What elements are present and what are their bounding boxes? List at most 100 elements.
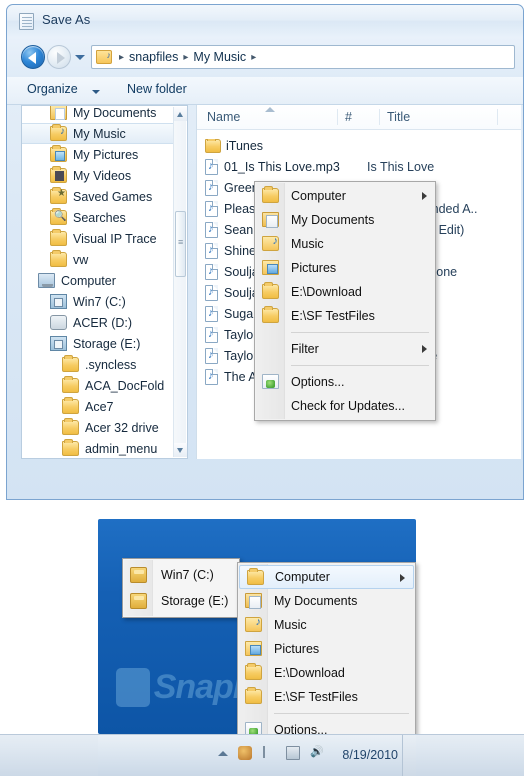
address-bar[interactable]: ▸ snapfiles ▸ My Music ▸	[91, 45, 515, 69]
table-row[interactable]: iTunes	[197, 135, 521, 156]
searches-folder-icon	[50, 208, 67, 225]
organize-button[interactable]: Organize	[27, 82, 78, 96]
sidebar-item-label: ACA_DocFold	[85, 378, 165, 393]
chevron-down-icon[interactable]	[75, 55, 85, 60]
documents-folder-icon	[262, 212, 279, 228]
screenshot-root: Save As ▸ snapfiles ▸ My Music ▸ Organiz…	[0, 0, 524, 776]
sidebar-item-label: .syncless	[85, 357, 137, 372]
folder-icon	[262, 186, 279, 203]
system-drive-icon	[50, 294, 67, 309]
back-arrow-icon[interactable]	[21, 45, 45, 69]
menu-item-music[interactable]: Music	[255, 232, 435, 256]
breadcrumb-separator[interactable]: ▸	[114, 52, 129, 63]
menu-item-computer[interactable]: Computer	[255, 184, 435, 208]
folder-icon	[262, 282, 279, 299]
sidebar-item-saved-games[interactable]: Saved Games	[22, 186, 175, 207]
scroll-down-arrow-icon[interactable]	[174, 443, 187, 457]
column-header-title[interactable]: Title	[387, 110, 410, 124]
tree-vertical-scrollbar[interactable]	[173, 107, 187, 457]
column-divider[interactable]	[379, 109, 380, 125]
menu-item-options[interactable]: Options...	[255, 370, 435, 394]
chevron-down-icon[interactable]	[92, 90, 100, 94]
sidebar-item-syncless[interactable]: .syncless	[22, 354, 175, 375]
sidebar-item-vw[interactable]: vw	[22, 249, 175, 270]
navigation-tree-pane: My Documents My Music My Pictures My Videos…	[21, 105, 188, 459]
submenu-item-storage-e[interactable]: Storage (E:)	[123, 588, 239, 614]
sidebar-item-win7-c[interactable]: Win7 (C:)	[22, 291, 175, 312]
new-folder-button[interactable]: New folder	[127, 82, 187, 96]
sidebar-item-label: Win7 (C:)	[73, 294, 126, 309]
sidebar-item-label: My Music	[73, 126, 126, 141]
sidebar-item-label: Saved Games	[73, 189, 153, 204]
submenu-item-win7-c[interactable]: Win7 (C:)	[123, 562, 239, 588]
pictures-folder-icon	[50, 145, 67, 162]
folder-icon	[262, 306, 279, 323]
sidebar-item-aca-docfold[interactable]: ACA_DocFold	[22, 375, 175, 396]
folder-icon	[245, 687, 262, 704]
scroll-up-arrow-icon[interactable]	[174, 107, 187, 121]
sidebar-item-ace7[interactable]: Ace7	[22, 396, 175, 417]
menu-item-check-for-updates[interactable]: Check for Updates...	[255, 394, 435, 418]
sidebar-item-my-pictures[interactable]: My Pictures	[22, 144, 175, 165]
mp3-file-icon	[205, 179, 218, 196]
menu-item-pictures[interactable]: Pictures	[238, 637, 415, 661]
menu-item-e-download[interactable]: E:\Download	[238, 661, 415, 685]
usb-device-icon[interactable]	[238, 746, 252, 760]
file-name-label: 01_Is This Love.mp3	[224, 159, 340, 174]
menu-item-my-documents[interactable]: My Documents	[238, 589, 415, 613]
sidebar-item-my-music[interactable]: My Music	[22, 123, 175, 144]
folder-icon	[50, 229, 67, 246]
forward-arrow-icon[interactable]	[47, 45, 71, 69]
menu-item-label: Options...	[291, 375, 345, 389]
computer-icon	[38, 273, 55, 288]
column-divider[interactable]	[337, 109, 338, 125]
breadcrumb-item-snapfiles[interactable]: snapfiles	[129, 50, 178, 64]
sidebar-item-storage-e[interactable]: Storage (E:)	[22, 333, 175, 354]
show-desktop-button[interactable]	[402, 735, 416, 776]
drive-submenu: Win7 (C:) Storage (E:)	[122, 558, 240, 618]
sidebar-item-visual-ip-trace[interactable]: Visual IP Trace	[22, 228, 175, 249]
table-row[interactable]: 01_Is This Love.mp3 Is This Love	[197, 156, 521, 177]
options-icon	[262, 374, 279, 389]
menu-item-e-sf-testfiles[interactable]: E:\SF TestFiles	[238, 685, 415, 709]
sidebar-item-acer-32-drive[interactable]: Acer 32 drive	[22, 417, 175, 438]
column-divider[interactable]	[497, 109, 498, 125]
sidebar-item-computer[interactable]: Computer	[22, 270, 175, 291]
documents-folder-icon	[245, 593, 262, 609]
menu-separator	[274, 713, 409, 714]
menu-item-label: E:\SF TestFiles	[274, 690, 358, 704]
menu-item-my-documents[interactable]: My Documents	[255, 208, 435, 232]
sidebar-item-admin-menu[interactable]: admin_menu	[22, 438, 175, 458]
scroll-thumb[interactable]	[175, 211, 186, 277]
menu-separator	[291, 365, 429, 366]
breadcrumb-item-my-music[interactable]: My Music	[193, 50, 246, 64]
folder-icon	[62, 397, 79, 414]
volume-icon[interactable]	[310, 745, 324, 760]
music-folder-icon	[245, 616, 262, 632]
mp3-file-icon	[205, 368, 218, 385]
clock-date[interactable]: 8/19/2010	[342, 748, 398, 762]
pictures-folder-icon	[245, 641, 262, 656]
menu-item-pictures[interactable]: Pictures	[255, 256, 435, 280]
breadcrumb-separator[interactable]: ▸	[246, 52, 261, 63]
menu-item-computer[interactable]: Computer	[239, 565, 414, 589]
breadcrumb-separator[interactable]: ▸	[178, 52, 193, 63]
menu-item-music[interactable]: Music	[238, 613, 415, 637]
network-icon[interactable]	[286, 746, 300, 760]
column-header-name[interactable]: Name	[207, 110, 240, 124]
sidebar-item-searches[interactable]: Searches	[22, 207, 175, 228]
folder-icon	[205, 138, 221, 153]
sort-ascending-icon	[265, 107, 275, 112]
sidebar-item-my-documents[interactable]: My Documents	[22, 106, 175, 123]
sidebar-item-my-videos[interactable]: My Videos	[22, 165, 175, 186]
column-header-number[interactable]: #	[345, 110, 352, 124]
menu-item-filter[interactable]: Filter	[255, 337, 435, 361]
sidebar-item-acer-d[interactable]: ACER (D:)	[22, 312, 175, 333]
menu-item-e-download[interactable]: E:\Download	[255, 280, 435, 304]
show-hidden-icons-caret-icon[interactable]	[218, 751, 228, 756]
notepad-document-icon	[19, 13, 34, 30]
mp3-file-icon	[205, 284, 218, 301]
sidebar-item-label: Visual IP Trace	[73, 231, 157, 246]
pictures-folder-icon	[262, 260, 279, 275]
menu-item-e-sf-testfiles[interactable]: E:\SF TestFiles	[255, 304, 435, 328]
